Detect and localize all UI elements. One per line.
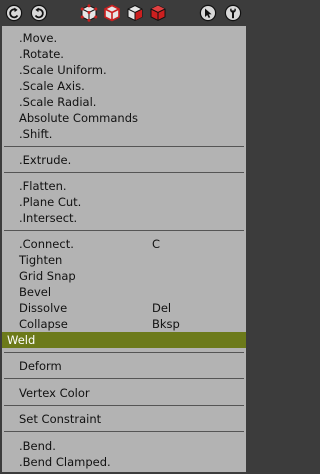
cube-select-icon[interactable]	[80, 4, 98, 22]
menu-item-scale-radial[interactable]: .Scale Radial.	[2, 94, 246, 110]
menu-item-collapse[interactable]: Collapse Bksp	[2, 316, 246, 332]
menu-item-tighten[interactable]: Tighten	[2, 252, 246, 268]
menu-item-flatten[interactable]: .Flatten.	[2, 178, 246, 194]
menu-item-bend[interactable]: .Bend.	[2, 438, 246, 454]
menu-separator	[4, 378, 244, 379]
menu-separator	[4, 146, 244, 147]
shortcut-label: Bksp	[152, 317, 180, 331]
shortcut-label: Del	[152, 301, 172, 315]
menu-item-bevel[interactable]: Bevel	[2, 284, 246, 300]
menu-item-dissolve[interactable]: Dissolve Del	[2, 300, 246, 316]
menu-item-deform[interactable]: Deform	[2, 358, 246, 374]
menu-item-scale-axis[interactable]: .Scale Axis.	[2, 78, 246, 94]
toolbar	[0, 0, 248, 26]
menu-item-extrude[interactable]: .Extrude.	[2, 152, 246, 168]
redo-icon[interactable]	[30, 4, 48, 22]
menu-item-plane-cut[interactable]: .Plane Cut.	[2, 194, 246, 210]
menu-item-grid-snap[interactable]: Grid Snap	[2, 268, 246, 284]
menu-item-absolute-commands[interactable]: Absolute Commands	[2, 110, 246, 126]
cube-edge-icon[interactable]	[103, 4, 121, 22]
menu-separator	[4, 172, 244, 173]
pointer-icon[interactable]	[199, 4, 217, 22]
cube-face-icon[interactable]	[126, 4, 144, 22]
context-menu: .Move. .Rotate. .Scale Uniform. .Scale A…	[2, 26, 246, 472]
menu-item-scale-uniform[interactable]: .Scale Uniform.	[2, 62, 246, 78]
menu-item-connect[interactable]: .Connect. C	[2, 236, 246, 252]
menu-item-weld[interactable]: Weld	[2, 332, 246, 348]
menu-item-set-constraint[interactable]: Set Constraint	[2, 411, 246, 427]
undo-icon[interactable]	[5, 4, 23, 22]
menu-separator	[4, 431, 244, 432]
cube-solid-icon[interactable]	[149, 4, 167, 22]
menu-item-vertex-color[interactable]: Vertex Color	[2, 385, 246, 401]
shortcut-label: C	[152, 237, 161, 251]
menu-item-rotate[interactable]: .Rotate.	[2, 46, 246, 62]
menu-item-bend-clamped[interactable]: .Bend Clamped.	[2, 454, 246, 470]
menu-item-intersect[interactable]: .Intersect.	[2, 210, 246, 226]
application-window: .Move. .Rotate. .Scale Uniform. .Scale A…	[0, 0, 248, 474]
menu-separator	[4, 352, 244, 353]
wrench-icon[interactable]	[224, 4, 242, 22]
menu-item-move[interactable]: .Move.	[2, 30, 246, 46]
menu-item-shift[interactable]: .Shift.	[2, 126, 246, 142]
menu-separator	[4, 405, 244, 406]
menu-separator	[4, 230, 244, 231]
